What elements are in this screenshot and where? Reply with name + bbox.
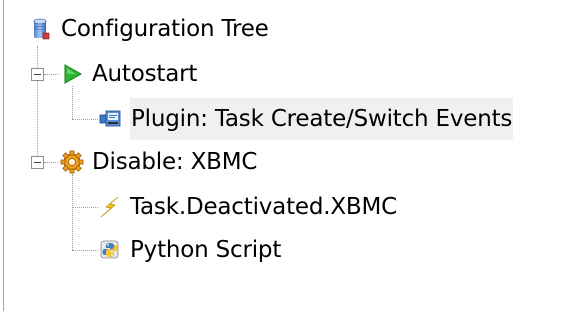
tree-connector-line [44,162,58,163]
collapse-toggle-autostart[interactable] [31,68,44,81]
tree-connector-line [72,250,98,251]
tree-node-task-deactivated-xbmc[interactable]: Task.Deactivated.XBMC [98,187,397,227]
configuration-tree-icon [29,17,53,41]
tree-root-node[interactable]: Configuration Tree [29,9,269,49]
tree-node-label: Disable: XBMC [92,149,258,175]
tree-connector-line [44,74,58,75]
tree-connector-line [72,174,73,250]
tree-connector-line [72,207,98,208]
gear-macro-icon [60,150,84,174]
tree-node-label: Plugin: Task Create/Switch Events [131,106,513,132]
collapse-toggle-disable-xbmc[interactable] [31,156,44,169]
play-icon [60,62,84,86]
tree-node-label: Configuration Tree [61,16,269,42]
selected-node-highlight: Plugin: Task Create/Switch Events [130,98,514,140]
plugin-icon [98,107,122,131]
tree-node-disable-xbmc[interactable]: Disable: XBMC [60,142,257,182]
tree-connector-line [72,119,98,120]
tree-node-label: Python Script [130,237,282,263]
lightning-event-icon [98,195,122,219]
configuration-tree[interactable]: Configuration Tree Autostart Plugin: Tas… [0,0,583,311]
python-script-icon [98,238,122,262]
tree-node-label: Task.Deactivated.XBMC [130,194,397,220]
tree-node-python-script[interactable]: Python Script [98,230,281,270]
tree-node-autostart[interactable]: Autostart [60,54,197,94]
tree-node-plugin-task-create-switch-events[interactable]: Plugin: Task Create/Switch Events [98,98,514,140]
tree-node-label: Autostart [92,61,198,87]
tree-connector-line [37,46,38,162]
